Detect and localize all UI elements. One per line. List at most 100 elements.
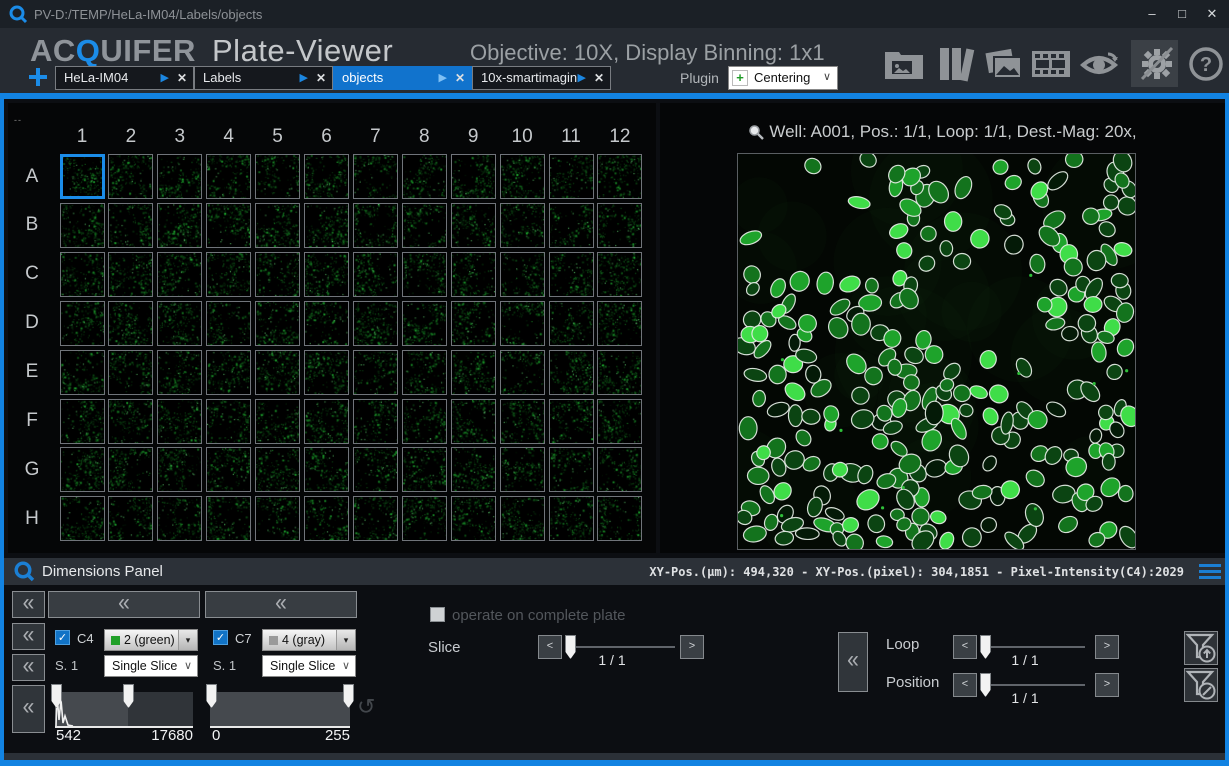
- well-E6[interactable]: [304, 350, 349, 395]
- well-G7[interactable]: [353, 447, 398, 492]
- loop-prev-button[interactable]: <: [953, 635, 977, 659]
- well-A4[interactable]: [206, 154, 251, 199]
- well-F11[interactable]: [549, 399, 594, 444]
- dropdown-arrow-icon[interactable]: ▾: [336, 630, 355, 650]
- well-G3[interactable]: [157, 447, 202, 492]
- well-F4[interactable]: [206, 399, 251, 444]
- well-G8[interactable]: [402, 447, 447, 492]
- collapse-channel-1-button[interactable]: «: [48, 591, 200, 618]
- well-C11[interactable]: [549, 252, 594, 297]
- well-D7[interactable]: [353, 301, 398, 346]
- well-B12[interactable]: [597, 203, 642, 248]
- well-B6[interactable]: [304, 203, 349, 248]
- collapse-button-3[interactable]: «: [12, 654, 45, 681]
- well-E10[interactable]: [500, 350, 545, 395]
- well-H8[interactable]: [402, 496, 447, 541]
- slice-prev-button[interactable]: <: [538, 635, 562, 659]
- well-A7[interactable]: [353, 154, 398, 199]
- well-H7[interactable]: [353, 496, 398, 541]
- minimize-button[interactable]: –: [1137, 4, 1167, 24]
- well-F9[interactable]: [451, 399, 496, 444]
- channel-c7-slice-dropdown[interactable]: Single Slice ∨: [262, 655, 356, 677]
- well-B5[interactable]: [255, 203, 300, 248]
- well-F12[interactable]: [597, 399, 642, 444]
- well-H6[interactable]: [304, 496, 349, 541]
- well-E5[interactable]: [255, 350, 300, 395]
- loop-next-button[interactable]: >: [1095, 635, 1119, 659]
- well-G5[interactable]: [255, 447, 300, 492]
- well-F2[interactable]: [108, 399, 153, 444]
- well-C9[interactable]: [451, 252, 496, 297]
- channel-c4-range-slider[interactable]: [55, 684, 193, 726]
- well-G10[interactable]: [500, 447, 545, 492]
- well-B4[interactable]: [206, 203, 251, 248]
- position-next-button[interactable]: >: [1095, 673, 1119, 697]
- hamburger-menu-icon[interactable]: [1199, 564, 1221, 580]
- tab-10x-smartimaging[interactable]: 10x-smartimaging▶✕: [472, 66, 611, 90]
- position-track[interactable]: [982, 684, 1085, 686]
- well-F1[interactable]: [60, 399, 105, 444]
- gallery-icon[interactable]: [983, 45, 1025, 83]
- well-A12[interactable]: [597, 154, 642, 199]
- well-F6[interactable]: [304, 399, 349, 444]
- collapse-button-1[interactable]: «: [12, 591, 45, 618]
- well-B7[interactable]: [353, 203, 398, 248]
- filter-disable-button[interactable]: [1184, 668, 1218, 702]
- add-tab-icon[interactable]: [29, 68, 47, 86]
- well-B1[interactable]: [60, 203, 105, 248]
- well-B8[interactable]: [402, 203, 447, 248]
- well-H9[interactable]: [451, 496, 496, 541]
- well-detail-image[interactable]: [737, 153, 1136, 550]
- position-prev-button[interactable]: <: [953, 673, 977, 697]
- operate-complete-plate-checkbox[interactable]: [430, 607, 445, 622]
- well-E1[interactable]: [60, 350, 105, 395]
- well-H2[interactable]: [108, 496, 153, 541]
- well-D1[interactable]: [60, 301, 105, 346]
- well-F8[interactable]: [402, 399, 447, 444]
- well-G6[interactable]: [304, 447, 349, 492]
- well-D3[interactable]: [157, 301, 202, 346]
- well-E2[interactable]: [108, 350, 153, 395]
- help-icon[interactable]: ?: [1185, 45, 1227, 83]
- slice-track[interactable]: [567, 646, 675, 648]
- well-F5[interactable]: [255, 399, 300, 444]
- plugin-dropdown[interactable]: + Centering ∨: [728, 66, 838, 90]
- well-B2[interactable]: [108, 203, 153, 248]
- well-D12[interactable]: [597, 301, 642, 346]
- tab-close-icon[interactable]: ✕: [316, 67, 326, 89]
- filter-upload-button[interactable]: [1184, 631, 1218, 665]
- well-H1[interactable]: [60, 496, 105, 541]
- slice-next-button[interactable]: >: [680, 635, 704, 659]
- well-A3[interactable]: [157, 154, 202, 199]
- tab-hela-im04[interactable]: HeLa-IM04▶✕: [55, 66, 194, 90]
- well-C1[interactable]: [60, 252, 105, 297]
- close-button[interactable]: ✕: [1197, 4, 1227, 24]
- filmstrip-icon[interactable]: [1030, 45, 1072, 83]
- channel-c7-checkbox[interactable]: ✓: [213, 630, 228, 645]
- collapse-button-2[interactable]: «: [12, 623, 45, 650]
- well-C5[interactable]: [255, 252, 300, 297]
- tab-objects[interactable]: objects▶✕: [333, 66, 472, 90]
- well-A2[interactable]: [108, 154, 153, 199]
- well-A9[interactable]: [451, 154, 496, 199]
- well-H3[interactable]: [157, 496, 202, 541]
- collapse-button-4[interactable]: «: [12, 685, 45, 733]
- well-D4[interactable]: [206, 301, 251, 346]
- maximize-button[interactable]: □: [1167, 4, 1197, 24]
- well-E12[interactable]: [597, 350, 642, 395]
- channel-c7-range-slider[interactable]: [210, 684, 350, 726]
- well-G9[interactable]: [451, 447, 496, 492]
- tab-play-icon[interactable]: ▶: [300, 67, 308, 89]
- well-C12[interactable]: [597, 252, 642, 297]
- reset-range-icon[interactable]: ↻: [357, 694, 375, 720]
- well-C10[interactable]: [500, 252, 545, 297]
- well-E11[interactable]: [549, 350, 594, 395]
- well-H4[interactable]: [206, 496, 251, 541]
- well-E9[interactable]: [451, 350, 496, 395]
- well-F3[interactable]: [157, 399, 202, 444]
- well-C2[interactable]: [108, 252, 153, 297]
- well-D6[interactable]: [304, 301, 349, 346]
- tab-close-icon[interactable]: ✕: [455, 67, 465, 89]
- well-A10[interactable]: [500, 154, 545, 199]
- well-B3[interactable]: [157, 203, 202, 248]
